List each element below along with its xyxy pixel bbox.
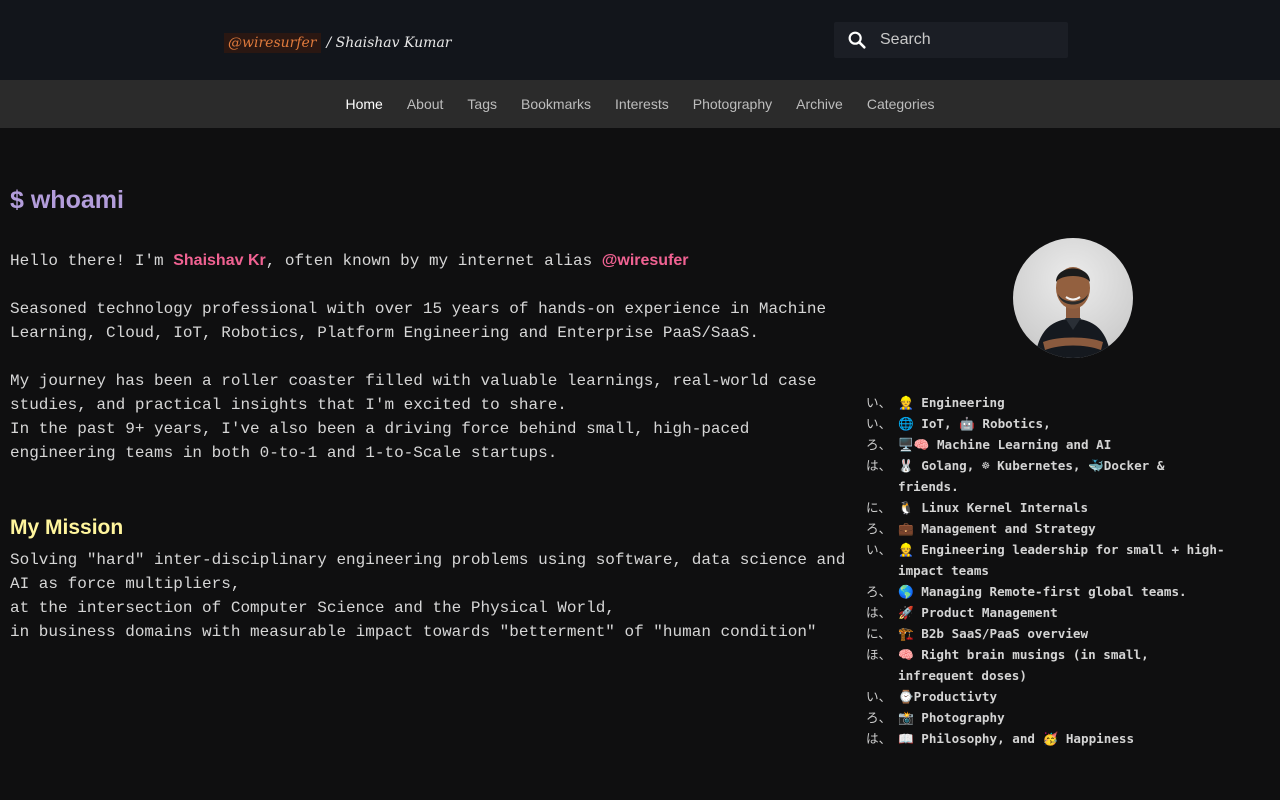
- list-item: に、 🏗️ B2b SaaS/PaaS overview: [866, 623, 1226, 644]
- list-item: ろ、 💼 Management and Strategy: [866, 518, 1226, 539]
- list-marker: ろ、: [866, 437, 892, 452]
- nav-home[interactable]: Home: [345, 96, 382, 112]
- avatar: [1013, 238, 1133, 358]
- list-item: い、 ⌚Productivty: [866, 686, 1226, 707]
- list-item: ろ、 📸 Photography: [866, 707, 1226, 728]
- search-icon: [848, 31, 866, 49]
- interest-text: ⌚Productivty: [898, 689, 998, 704]
- interests-list: い、 👷 Engineering い、 🌐 IoT, 🤖 Robotics, ろ、 🖥…: [866, 392, 1226, 749]
- list-marker: い、: [866, 416, 892, 431]
- list-marker: い、: [866, 689, 892, 704]
- mission-line-3: in business domains with measurable impa…: [10, 623, 817, 641]
- main-nav: Home About Tags Bookmarks Interests Phot…: [0, 80, 1280, 128]
- greeting-middle: , often known by my internet alias: [265, 252, 602, 270]
- journey-line-1: My journey has been a roller coaster fil…: [10, 372, 817, 414]
- interest-text: 👷 Engineering leadership for small + hig…: [898, 542, 1225, 578]
- nav-bookmarks[interactable]: Bookmarks: [521, 96, 591, 112]
- site-logo[interactable]: @wiresurfer / Shaishav Kumar: [224, 33, 452, 53]
- interest-text: 🚀 Product Management: [898, 605, 1058, 620]
- mission-line-1: Solving "hard" inter-disciplinary engine…: [10, 551, 846, 593]
- interest-text: 📖 Philosophy, and 🥳 Happiness: [898, 731, 1135, 746]
- page-title: $ whoami: [10, 186, 124, 214]
- list-marker: ろ、: [866, 710, 892, 725]
- list-marker: い、: [866, 395, 892, 410]
- greeting-prefix: Hello there! I'm: [10, 252, 174, 270]
- search-input[interactable]: [878, 30, 1062, 50]
- nav-interests[interactable]: Interests: [615, 96, 669, 112]
- interest-text: 👷 Engineering: [898, 395, 1005, 410]
- interest-text: 🖥️🧠 Machine Learning and AI: [898, 437, 1112, 452]
- avatar-portrait: [1035, 267, 1111, 358]
- nav-about[interactable]: About: [407, 96, 444, 112]
- author-name-link[interactable]: Shaishav Kr: [173, 252, 265, 269]
- interest-text: 🐧 Linux Kernel Internals: [898, 500, 1089, 515]
- interest-text: 💼 Management and Strategy: [898, 521, 1096, 536]
- list-item: ろ、 🖥️🧠 Machine Learning and AI: [866, 434, 1226, 455]
- list-item: に、 🐧 Linux Kernel Internals: [866, 497, 1226, 518]
- list-item: い、 👷 Engineering: [866, 392, 1226, 413]
- mission-text: Solving "hard" inter-disciplinary engine…: [10, 548, 850, 644]
- logo-name: / Shaishav Kumar: [326, 35, 452, 51]
- list-item: い、 👷 Engineering leadership for small + h…: [866, 539, 1226, 581]
- list-item: ほ、 🧠 Right brain musings (in small, infre…: [866, 644, 1226, 686]
- list-marker: ほ、: [866, 647, 892, 662]
- interest-text: 🏗️ B2b SaaS/PaaS overview: [898, 626, 1089, 641]
- list-marker: は、: [866, 731, 892, 746]
- list-marker: ろ、: [866, 584, 892, 599]
- logo-handle: @wiresurfer: [224, 33, 321, 53]
- alias-link[interactable]: @wiresufer: [602, 252, 689, 269]
- top-header: @wiresurfer / Shaishav Kumar: [0, 0, 1280, 80]
- intro-greeting: Hello there! I'm Shaishav Kr, often know…: [10, 249, 850, 273]
- list-item: い、 🌐 IoT, 🤖 Robotics,: [866, 413, 1226, 434]
- search-box[interactable]: [834, 22, 1068, 58]
- nav-photography[interactable]: Photography: [693, 96, 772, 112]
- list-item: は、 📖 Philosophy, and 🥳 Happiness: [866, 728, 1226, 749]
- list-marker: は、: [866, 458, 892, 473]
- interest-text: 🌐 IoT, 🤖 Robotics,: [898, 416, 1051, 431]
- list-marker: に、: [866, 500, 891, 515]
- list-marker: に、: [866, 626, 891, 641]
- interest-text: 🧠 Right brain musings (in small, infrequ…: [898, 647, 1149, 683]
- list-item: ろ、 🌎 Managing Remote-first global teams.: [866, 581, 1226, 602]
- list-marker: い、: [866, 542, 892, 557]
- intro-journey: My journey has been a roller coaster fil…: [10, 369, 850, 465]
- interest-text: 🌎 Managing Remote-first global teams.: [898, 584, 1187, 599]
- list-item: は、 🐰 Golang, ☸ Kubernetes, 🐳Docker & frie…: [866, 455, 1226, 497]
- interest-text: 📸 Photography: [898, 710, 1005, 725]
- nav-archive[interactable]: Archive: [796, 96, 843, 112]
- list-item: は、 🚀 Product Management: [866, 602, 1226, 623]
- interest-text: 🐰 Golang, ☸ Kubernetes, 🐳Docker & friend…: [898, 458, 1165, 494]
- mission-line-2: at the intersection of Computer Science …: [10, 599, 615, 617]
- list-marker: は、: [866, 605, 892, 620]
- journey-line-2: In the past 9+ years, I've also been a d…: [10, 420, 750, 462]
- intro-experience: Seasoned technology professional with ov…: [10, 300, 827, 342]
- mission-heading: My Mission: [10, 516, 124, 539]
- list-marker: ろ、: [866, 521, 892, 536]
- nav-tags[interactable]: Tags: [467, 96, 497, 112]
- nav-categories[interactable]: Categories: [867, 96, 935, 112]
